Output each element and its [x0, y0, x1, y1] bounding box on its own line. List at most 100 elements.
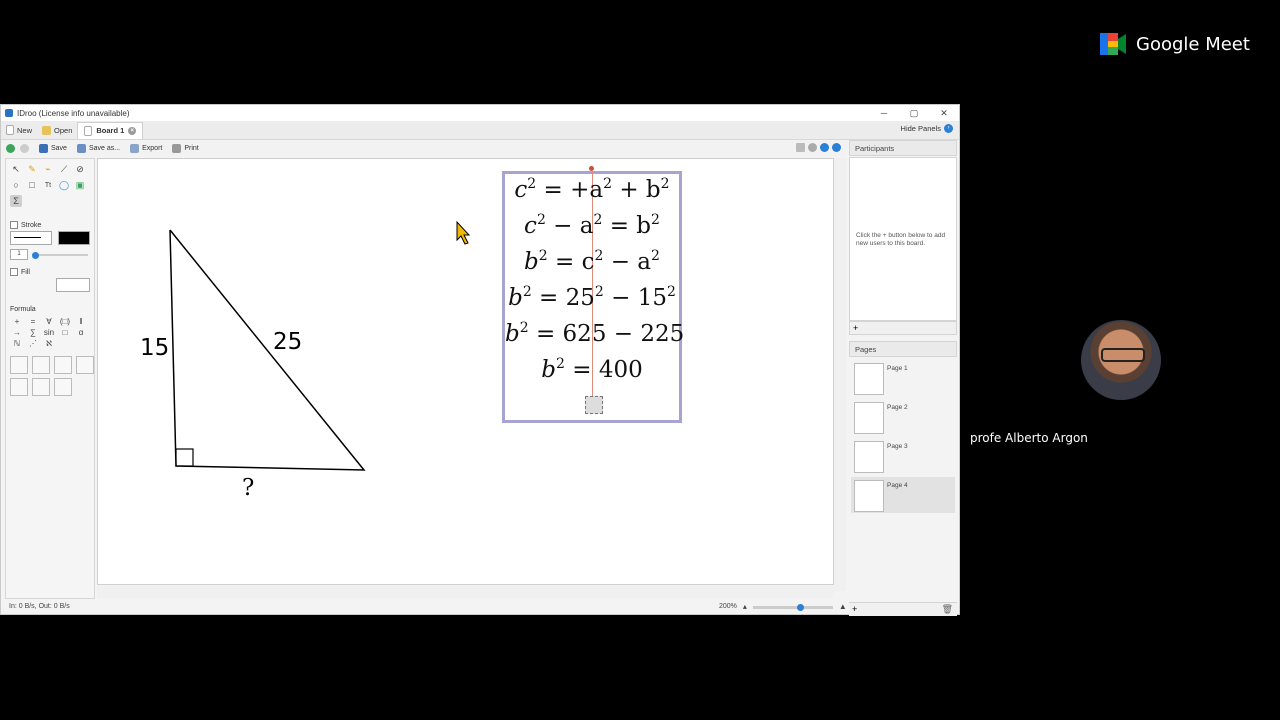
formula-symbol[interactable]: ‖ [74, 317, 88, 326]
page-item[interactable]: Page 2 [851, 399, 955, 435]
zoom-out-icon[interactable]: ▴ [743, 600, 747, 614]
folder-icon [42, 125, 52, 135]
formula-symbol[interactable]: (□) [58, 317, 72, 326]
formula-symbol[interactable]: ℕ [10, 339, 24, 348]
participant-avatar [1081, 320, 1161, 400]
formula-symbol[interactable]: ⋰ [26, 339, 40, 348]
text-tool-icon[interactable]: Tt [42, 179, 54, 191]
back-button[interactable] [1, 143, 20, 153]
whiteboard-canvas[interactable]: 15 25 ? c2 = +a2 + b2 c2 − a2 = b2 b2 = … [97, 158, 834, 585]
status-bar: In: 0 B/s, Out: 0 B/s 200% ▴ ▲ [1, 600, 847, 614]
trash-icon[interactable]: 🗑 [942, 603, 953, 616]
formula-placeholder[interactable] [585, 396, 603, 414]
print-button[interactable]: Print [167, 143, 203, 153]
stroke-width-field[interactable]: 1 [10, 249, 28, 260]
formula-symbol[interactable]: ℵ [42, 339, 56, 348]
formula-symbol[interactable]: ∑ [26, 328, 40, 337]
export-label: Export [142, 144, 163, 152]
info-icon[interactable] [820, 143, 829, 152]
close-tab-icon[interactable]: × [128, 126, 137, 135]
subsup-structure-icon[interactable] [76, 356, 94, 374]
subscript-structure-icon[interactable] [54, 356, 72, 374]
add-participant-button[interactable]: + [849, 321, 957, 335]
save-button[interactable]: Save [34, 143, 72, 153]
eraser-tool-icon[interactable]: ⊘ [74, 163, 86, 175]
new-button[interactable]: New [1, 125, 37, 135]
callout-tool-icon[interactable]: ◯ [58, 179, 70, 191]
page-thumbnail [854, 441, 884, 473]
fill-checkbox[interactable] [10, 268, 18, 276]
open-button[interactable]: Open [37, 125, 77, 135]
formula-symbol[interactable]: α [74, 328, 88, 337]
minimize-button[interactable]: ─ [869, 105, 899, 121]
triangle-hypotenuse-label: 25 [273, 329, 303, 355]
print-label: Print [184, 144, 199, 152]
pencil-tool-icon[interactable]: ✎ [26, 163, 38, 175]
formula-object[interactable]: c2 = +a2 + b2 c2 − a2 = b2 b2 = c2 − a2 … [502, 166, 684, 423]
formula-symbol[interactable]: □ [58, 328, 72, 337]
underover-structure-icon[interactable] [32, 378, 50, 396]
formula-symbol[interactable]: → [10, 328, 24, 337]
line-tool-icon[interactable]: ⟋ [58, 163, 70, 175]
vertical-scrollbar[interactable] [834, 158, 846, 591]
image-tool-icon[interactable]: ▣ [74, 179, 86, 191]
save-label: Save [51, 144, 67, 152]
formula-symbols: + = ∀ (□) ‖ → ∑ sin □ α ℕ ⋰ ℵ [6, 315, 94, 350]
arrow-right-icon: › [944, 124, 953, 133]
app-icon [5, 109, 13, 117]
maximize-button[interactable]: ▢ [899, 105, 929, 121]
page-item[interactable]: Page 1 [851, 360, 955, 396]
page-item[interactable]: Page 3 [851, 438, 955, 474]
stroke-toggle[interactable]: Stroke [6, 217, 94, 231]
formula-symbol[interactable]: + [10, 317, 24, 326]
page-label: Page 3 [887, 443, 908, 450]
highlighter-tool-icon[interactable]: ⌁ [42, 163, 54, 175]
new-label: New [17, 125, 33, 135]
board-icon [84, 125, 93, 136]
export-button[interactable]: Export [125, 143, 167, 153]
fullscreen-icon[interactable] [796, 143, 805, 152]
stroke-color-dropdown[interactable] [57, 231, 90, 245]
forward-button[interactable] [20, 143, 34, 153]
horizontal-scrollbar[interactable] [97, 586, 834, 598]
stroke-style-dropdown[interactable] [10, 231, 52, 245]
zoom-in-icon[interactable]: ▲ [839, 600, 847, 614]
sqrt-structure-icon[interactable] [10, 378, 28, 396]
fill-color-dropdown[interactable] [56, 278, 90, 292]
fill-toggle[interactable]: Fill [6, 264, 94, 278]
formula-symbol[interactable]: sin [42, 328, 56, 337]
fraction-structure-icon[interactable] [10, 356, 28, 374]
save-icon [39, 143, 48, 153]
save-as-button[interactable]: Save as... [72, 143, 125, 153]
hide-panels-button[interactable]: Hide Panels › [901, 124, 953, 133]
ellipse-tool-icon[interactable]: ○ [10, 179, 22, 191]
tools-panel: ↖ ✎ ⌁ ⟋ ⊘ ○ □ Tt ◯ ▣ Σ Stroke 1 Fill For… [5, 158, 95, 599]
network-status: In: 0 B/s, Out: 0 B/s [9, 603, 70, 610]
formula-symbol[interactable]: = [26, 317, 40, 326]
zoom-slider[interactable] [752, 603, 833, 611]
help-icon[interactable] [832, 143, 841, 152]
page-item-active[interactable]: Page 4 [851, 477, 955, 513]
open-label: Open [54, 125, 73, 135]
settings-icon[interactable] [808, 143, 817, 152]
add-page-button[interactable]: + 🗑 [849, 602, 957, 616]
stroke-checkbox[interactable] [10, 221, 18, 229]
stack-structure-icon[interactable] [54, 378, 72, 396]
superscript-structure-icon[interactable] [32, 356, 50, 374]
formula-label: Formula [10, 306, 36, 313]
stroke-width-slider[interactable] [32, 251, 88, 259]
select-tool-icon[interactable]: ↖ [10, 163, 22, 175]
close-window-button[interactable]: ✕ [929, 105, 959, 121]
printer-icon [172, 143, 182, 153]
mouse-cursor-icon [456, 220, 471, 245]
formula-tool-icon[interactable]: Σ [10, 195, 22, 207]
triangle-bottom-label: ? [242, 475, 255, 501]
rectangle-tool-icon[interactable]: □ [26, 179, 38, 191]
hide-panels-label: Hide Panels [900, 124, 941, 133]
participant-name: profe Alberto Argon [970, 431, 1088, 445]
formula-section: Formula [6, 302, 94, 315]
tab-label: Board 1 [96, 126, 125, 135]
formula-symbol[interactable]: ∀ [42, 317, 56, 326]
tab-board-1[interactable]: Board 1 × [77, 121, 144, 139]
page-thumbnail [854, 480, 884, 512]
